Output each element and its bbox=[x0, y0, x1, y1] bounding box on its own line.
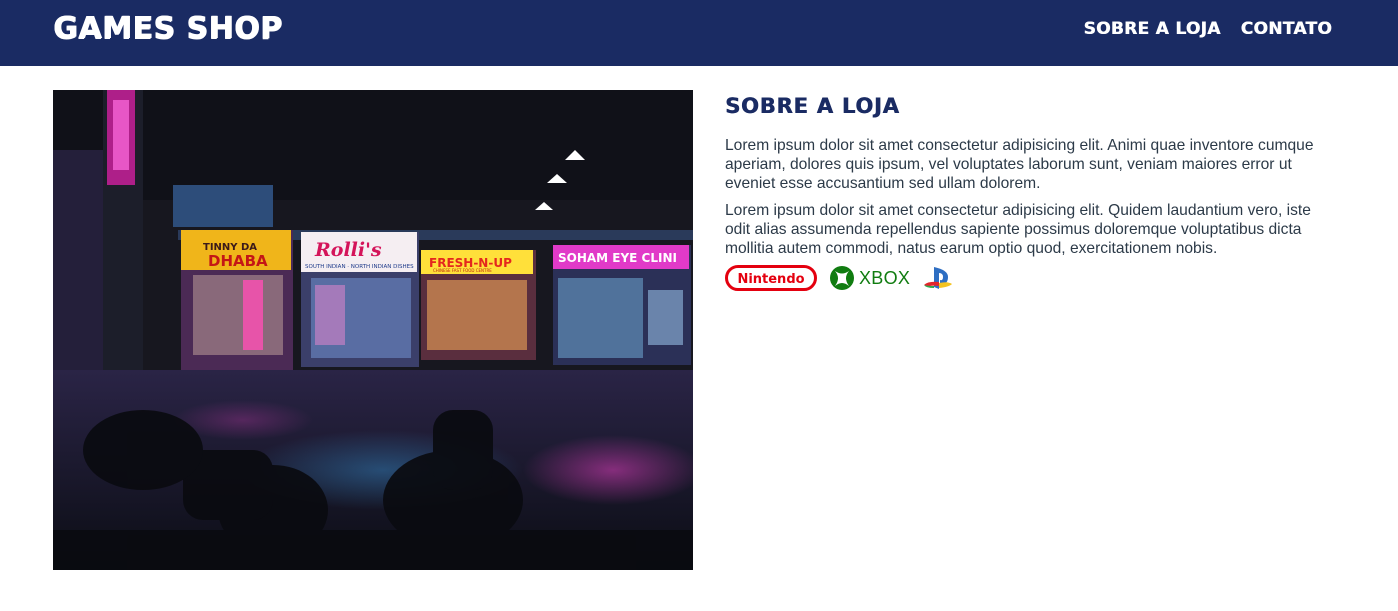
sign-soham: SOHAM EYE CLINI bbox=[558, 251, 677, 265]
sign-rollis: Rolli's bbox=[314, 239, 382, 261]
nintendo-logo-text: Nintendo bbox=[737, 272, 804, 287]
main-nav: SOBRE A LOJA CONTATO bbox=[1083, 18, 1332, 40]
nav-link-sobre[interactable]: SOBRE A LOJA bbox=[1083, 18, 1220, 40]
sign-rollis-sub: SOUTH INDIAN · NORTH INDIAN DISHES bbox=[305, 264, 414, 270]
playstation-icon bbox=[924, 267, 953, 290]
sign-dhaba: DHABA bbox=[208, 252, 268, 270]
brand-logo[interactable]: GAMES SHOP bbox=[53, 10, 282, 48]
xbox-icon bbox=[830, 266, 854, 291]
xbox-logo: XBOX bbox=[829, 265, 910, 291]
about-title: SOBRE A LOJA bbox=[725, 94, 900, 118]
site-header: GAMES SHOP SOBRE A LOJA CONTATO bbox=[0, 0, 1398, 66]
hero-image-night-street: TINNY DA DHABA Rolli's SOUTH INDIAN · NO… bbox=[53, 90, 693, 570]
nav-link-contato[interactable]: CONTATO bbox=[1241, 18, 1332, 40]
night-street-illustration: TINNY DA DHABA Rolli's SOUTH INDIAN · NO… bbox=[53, 90, 693, 570]
platform-logos: Nintendo XBOX bbox=[725, 265, 1337, 292]
about-paragraph-1: Lorem ipsum dolor sit amet consectetur a… bbox=[725, 137, 1314, 193]
playstation-logo bbox=[922, 265, 954, 291]
nintendo-logo: Nintendo bbox=[725, 265, 817, 292]
xbox-logo-text: XBOX bbox=[859, 267, 911, 288]
sign-fresh-sub: CHINESE FAST FOOD CENTRE bbox=[433, 268, 492, 273]
about-section: SOBRE A LOJA Lorem ipsum dolor sit amet … bbox=[725, 93, 1337, 292]
about-paragraph-2: Lorem ipsum dolor sit amet consectetur a… bbox=[725, 201, 1311, 258]
